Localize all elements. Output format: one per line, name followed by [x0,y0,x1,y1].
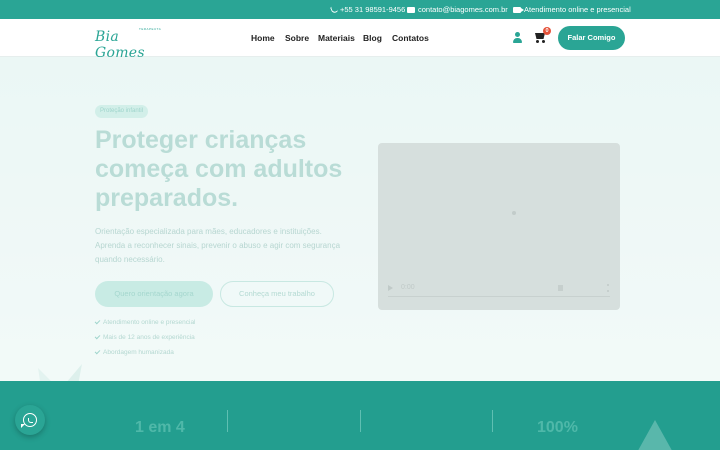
envelope-icon [407,6,415,13]
nav-contatos[interactable]: Contatos [392,33,429,43]
hero-check-item: Atendimento online e presencial [94,318,196,326]
stats-divider [227,410,228,432]
cart-count-badge: 0 [543,27,551,35]
hero-description: Orientação especializada para mães, educ… [95,227,341,264]
get-guidance-button[interactable]: Quero orientação agora [95,281,213,307]
phone-icon [329,5,339,14]
topbar-phone[interactable]: +55 31 98591-9456 [329,5,406,14]
volume-icon[interactable] [558,285,563,291]
hero-check-item: Mais de 12 anos de experiência [94,333,195,341]
hero-check-text: Mais de 12 anos de experiência [103,334,195,341]
logo[interactable]: Bia Gomes TERAPEUTA [95,26,165,61]
nav-home[interactable]: Home [251,33,275,43]
cart-wheel [542,40,545,43]
topbar-email-text: contato@biagomes.com.br [418,5,508,14]
nav-sobre[interactable]: Sobre [285,33,309,43]
more-options-icon[interactable] [607,284,609,292]
logo-tagline: TERAPEUTA [139,27,162,31]
leaf-decoration-icon [638,420,672,450]
video-time: 0:00 [401,284,415,291]
check-icon [94,318,101,325]
topbar-phone-text: +55 31 98591-9456 [340,5,406,14]
topbar-service: Atendimento online e presencial [513,5,631,14]
stats-divider [360,410,361,432]
video-camera-icon [513,6,524,13]
hero-check-text: Abordagem humanizada [103,349,174,356]
nav-blog[interactable]: Blog [363,33,382,43]
hero-check-item: Abordagem humanizada [94,348,174,356]
whatsapp-icon-tail [21,424,25,428]
video-controls: 0:00 [386,282,612,297]
check-icon [94,348,101,355]
hero-badge: Proteção infantil [95,105,149,118]
hero-section: Proteção infantil Proteger crianças come… [0,57,720,381]
top-contact-bar: +55 31 98591-9456 contato@biagomes.com.b… [0,0,720,19]
stats-divider [492,410,493,432]
topbar-email[interactable]: contato@biagomes.com.br [407,5,508,14]
cart-wheel [536,40,539,43]
stats-section: 1 em 4 100% [0,381,720,450]
loading-icon [512,211,516,215]
learn-my-work-button[interactable]: Conheça meu trabalho [220,281,334,307]
talk-to-me-button[interactable]: Falar Comigo [558,26,625,50]
nav-materiais[interactable]: Materiais [318,33,355,43]
video-progress-bar[interactable] [388,296,610,297]
stat-value: 1 em 4 [135,419,185,436]
hero-check-text: Atendimento online e presencial [103,319,196,326]
site-header: Bia Gomes TERAPEUTA Home Sobre Materiais… [0,19,720,61]
hero-title: Proteger crianças começa com adultos pre… [95,126,343,212]
whatsapp-handset [27,417,33,423]
topbar-service-text: Atendimento online e presencial [524,5,631,14]
user-account-icon[interactable] [512,32,522,43]
whatsapp-button[interactable] [15,405,45,435]
user-icon-body [513,38,522,43]
video-player[interactable]: 0:00 [378,143,620,310]
check-icon [94,333,101,340]
play-icon[interactable] [388,285,393,291]
user-icon-head [515,32,520,37]
stat-value: 100% [537,419,578,436]
